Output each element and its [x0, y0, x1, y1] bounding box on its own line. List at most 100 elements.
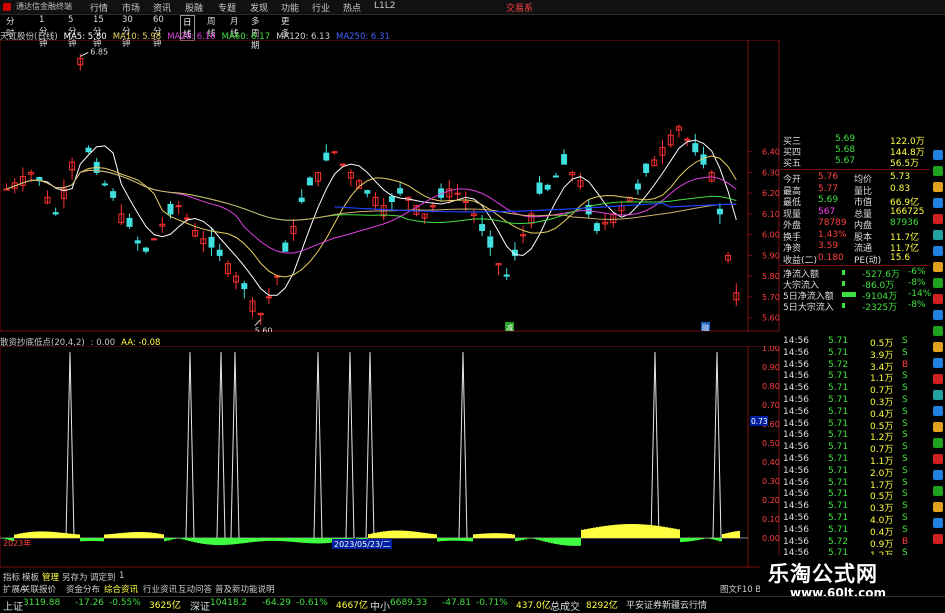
sidebar-tool-icon[interactable] — [933, 198, 943, 208]
histogram-bar — [137, 532, 140, 538]
status-hint[interactable]: 图文F10 B — [720, 583, 761, 595]
flow-pct-3: -8% — [908, 300, 926, 310]
sidebar-tool-icon[interactable] — [933, 486, 943, 496]
indicator-axis-label: 1.00 — [762, 346, 780, 353]
histogram-bar — [194, 538, 197, 542]
sidebar-tool-icon[interactable] — [933, 470, 943, 480]
bottom-tab-3[interactable]: 另存为 — [62, 571, 88, 583]
candle-body — [685, 139, 690, 140]
sidebar-tool-icon[interactable] — [933, 502, 943, 512]
sidebar-tool-icon[interactable] — [933, 214, 943, 224]
sidebar-tool-icon[interactable] — [933, 150, 943, 160]
sidebar-tool-icon[interactable] — [933, 518, 943, 528]
quote-panel: 买三5.69122.0万买四5.68144.8万买五5.6756.5万今开5.7… — [780, 134, 930, 334]
sidebar-tool-icon[interactable] — [933, 454, 943, 464]
flow-pct-2: -14% — [908, 289, 931, 299]
histogram-bar — [719, 538, 722, 541]
sidebar-tool-icon[interactable] — [933, 534, 943, 544]
broker-link[interactable]: 交易系 — [506, 1, 533, 14]
histogram-bar — [611, 525, 614, 538]
menu-item-9[interactable]: L1L2 — [374, 1, 395, 11]
price-axis-label: 6.40 — [762, 148, 780, 157]
sidebar-tool-icon[interactable] — [933, 326, 943, 336]
histogram-bar — [254, 538, 257, 542]
tick-time-8: 14:56 — [783, 430, 809, 440]
bottom-tab-9[interactable]: 综合资讯 — [104, 583, 138, 595]
reduce-badge[interactable]: 减 — [506, 323, 513, 332]
margin-badge[interactable]: 融 — [702, 323, 709, 332]
histogram-bar — [677, 529, 680, 538]
indicator-chart[interactable]: 1.000.900.800.700.600.500.400.300.200.10… — [0, 346, 780, 568]
menu-item-0[interactable]: 行情 — [90, 1, 108, 14]
tick-price-5: 5.71 — [828, 395, 848, 405]
menu-item-5[interactable]: 发现 — [250, 1, 268, 14]
histogram-bar — [665, 527, 668, 538]
histogram-bar — [92, 538, 95, 541]
sidebar-tool-icon[interactable] — [933, 422, 943, 432]
candlestick-chart[interactable]: 6.406.306.206.106.005.905.805.705.606.85… — [0, 40, 780, 332]
sidebar-tool-icon[interactable] — [933, 246, 943, 256]
sidebar-tool-icon[interactable] — [933, 166, 943, 176]
histogram-bar — [602, 526, 605, 538]
histogram-bar — [587, 529, 590, 538]
stat-value2-1: 0.83 — [890, 184, 910, 194]
sidebar-tool-icon[interactable] — [933, 358, 943, 368]
bottom-tab-8[interactable]: 资金分布 — [66, 583, 100, 595]
stat-value2-7: 15.6 — [890, 253, 910, 263]
histogram-bar — [464, 538, 467, 541]
histogram-bar — [218, 538, 221, 545]
histogram-bar — [644, 525, 647, 538]
candle-body — [480, 225, 485, 231]
menu-item-6[interactable]: 功能 — [281, 1, 299, 14]
histogram-bar — [698, 538, 701, 540]
histogram-bar — [266, 538, 269, 541]
bottom-tab-1[interactable]: 模板 — [22, 571, 39, 583]
candle-body — [562, 155, 567, 165]
sidebar-tool-icon[interactable] — [933, 406, 943, 416]
sidebar-tool-icon[interactable] — [933, 182, 943, 192]
histogram-bar — [605, 526, 608, 538]
histogram-bar — [224, 538, 227, 545]
histogram-bar — [494, 533, 497, 538]
bottom-tab-2[interactable]: 管理 — [42, 571, 59, 583]
histogram-bar — [521, 538, 524, 540]
menu-item-7[interactable]: 行业 — [312, 1, 330, 14]
stat-label2-7: PE(动) — [854, 253, 881, 266]
histogram-bar — [545, 538, 548, 542]
histogram-bar — [209, 538, 212, 545]
sidebar-tool-icon[interactable] — [933, 390, 943, 400]
histogram-bar — [59, 533, 62, 538]
menu-item-3[interactable]: 股融 — [185, 1, 203, 14]
status-index-value-2: 6689.33 — [390, 598, 427, 608]
sidebar-tool-icon[interactable] — [933, 278, 943, 288]
sidebar-tool-icon[interactable] — [933, 374, 943, 384]
sidebar-tool-icon[interactable] — [933, 294, 943, 304]
histogram-bar — [554, 538, 557, 544]
bottom-tab-11[interactable]: 互动问答 — [178, 583, 212, 595]
histogram-bar — [50, 532, 53, 538]
sidebar-tool-icon[interactable] — [933, 310, 943, 320]
status-feed-name[interactable]: 平安证券新疆云行情 — [626, 598, 707, 611]
candle-body — [488, 237, 493, 247]
bottom-tab-4[interactable]: 调定到 — [90, 571, 116, 583]
menu-item-2[interactable]: 资讯 — [153, 1, 171, 14]
bottom-tab-0[interactable]: 指标 — [3, 571, 20, 583]
sidebar-tool-icon[interactable] — [933, 438, 943, 448]
histogram-bar — [314, 538, 317, 543]
histogram-bar — [179, 538, 182, 539]
histogram-bar — [164, 538, 167, 541]
bottom-tab-12[interactable]: 普及新功能说明 — [215, 583, 275, 595]
menu-item-4[interactable]: 专题 — [218, 1, 236, 14]
histogram-bar — [434, 534, 437, 538]
indicator-axis-label: 0.20 — [762, 496, 780, 505]
bottom-tab-5[interactable]: 1 — [119, 571, 124, 581]
bottom-tab-7[interactable]: 关联报价 — [22, 583, 56, 595]
bottom-tab-10[interactable]: 行业资讯 — [143, 583, 177, 595]
menu-item-8[interactable]: 热点 — [343, 1, 361, 14]
tick-price-16: 5.71 — [828, 525, 848, 535]
sidebar-tool-icon[interactable] — [933, 262, 943, 272]
sidebar-tool-icon[interactable] — [933, 230, 943, 240]
sidebar-tool-icon[interactable] — [933, 342, 943, 352]
tick-time-4: 14:56 — [783, 383, 809, 393]
menu-item-1[interactable]: 市场 — [122, 1, 140, 14]
